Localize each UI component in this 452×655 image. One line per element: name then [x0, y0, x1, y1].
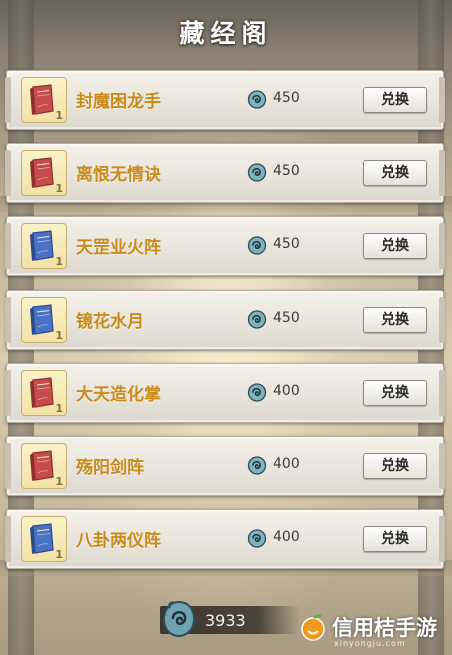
item-count: 1 [55, 182, 63, 195]
page-title: 藏经阁 [179, 19, 273, 48]
item-cost: 400 [273, 383, 300, 399]
balance-value: 3933 [205, 611, 246, 630]
item-name: 镜花水月 [76, 312, 144, 332]
blue-book-icon [30, 230, 54, 261]
item-count: 1 [55, 109, 63, 122]
item-cost: 400 [273, 456, 300, 472]
row-scroll-cap [5, 223, 11, 269]
item-cost: 400 [273, 529, 300, 545]
exchange-row: 1 封魔困龙手 450 兑换 [5, 70, 445, 130]
row-scroll-cap [439, 150, 445, 196]
orange-logo-icon [301, 614, 325, 641]
exchange-row: 1 八卦两仪阵 400 兑换 [5, 509, 445, 569]
blue-book-icon [30, 523, 54, 554]
row-scroll-cap [5, 150, 11, 196]
item-count: 1 [55, 329, 63, 342]
item-count: 1 [55, 255, 63, 268]
row-scroll-cap [439, 443, 445, 489]
watermark: 信用桔手游 xinyongju.com [298, 608, 450, 650]
item-name: 大天造化掌 [76, 385, 161, 405]
watermark-url: xinyongju.com [334, 639, 406, 648]
item-name: 八卦两仪阵 [76, 531, 161, 551]
item-count: 1 [55, 548, 63, 561]
item-name: 封魔困龙手 [76, 92, 161, 112]
item-slot[interactable]: 1 [21, 77, 67, 123]
exchange-button[interactable]: 兑换 [363, 160, 427, 186]
item-cost: 450 [273, 90, 300, 106]
item-slot[interactable]: 1 [21, 297, 67, 343]
item-name: 离恨无情诀 [76, 165, 161, 185]
row-scroll-cap [439, 77, 445, 123]
red-book-icon [30, 450, 54, 481]
row-scroll-cap [5, 516, 11, 562]
spirit-coin-icon [162, 600, 196, 638]
exchange-button[interactable]: 兑换 [363, 307, 427, 333]
item-slot[interactable]: 1 [21, 443, 67, 489]
row-scroll-cap [5, 443, 11, 489]
item-slot[interactable]: 1 [21, 150, 67, 196]
blue-book-icon [30, 304, 54, 335]
exchange-button[interactable]: 兑换 [363, 233, 427, 259]
row-scroll-cap [5, 297, 11, 343]
spirit-coin-icon [247, 456, 267, 475]
red-book-icon [30, 377, 54, 408]
exchange-row: 1 天罡业火阵 450 兑换 [5, 216, 445, 276]
spirit-coin-icon [247, 90, 267, 109]
red-book-icon [30, 84, 54, 115]
exchange-row: 1 镜花水月 450 兑换 [5, 290, 445, 350]
spirit-coin-icon [247, 310, 267, 329]
red-book-icon [30, 157, 54, 188]
spirit-coin-icon [247, 383, 267, 402]
item-slot[interactable]: 1 [21, 223, 67, 269]
exchange-row: 1 离恨无情诀 450 兑换 [5, 143, 445, 203]
item-cost: 450 [273, 236, 300, 252]
item-name: 天罡业火阵 [76, 238, 161, 258]
exchange-row: 1 大天造化掌 400 兑换 [5, 363, 445, 423]
spirit-coin-icon [247, 163, 267, 182]
row-scroll-cap [439, 223, 445, 269]
spirit-coin-icon [247, 236, 267, 255]
exchange-button[interactable]: 兑换 [363, 453, 427, 479]
spirit-coin-icon [247, 529, 267, 548]
item-name: 殇阳剑阵 [76, 458, 144, 478]
exchange-row: 1 殇阳剑阵 400 兑换 [5, 436, 445, 496]
row-scroll-cap [439, 370, 445, 416]
item-slot[interactable]: 1 [21, 370, 67, 416]
row-scroll-cap [5, 370, 11, 416]
item-cost: 450 [273, 163, 300, 179]
watermark-text: 信用桔手游 [332, 616, 437, 640]
row-scroll-cap [439, 516, 445, 562]
item-count: 1 [55, 402, 63, 415]
exchange-button[interactable]: 兑换 [363, 380, 427, 406]
row-scroll-cap [439, 297, 445, 343]
row-scroll-cap [5, 77, 11, 123]
item-slot[interactable]: 1 [21, 516, 67, 562]
exchange-button[interactable]: 兑换 [363, 87, 427, 113]
exchange-button[interactable]: 兑换 [363, 526, 427, 552]
item-count: 1 [55, 475, 63, 488]
item-cost: 450 [273, 310, 300, 326]
